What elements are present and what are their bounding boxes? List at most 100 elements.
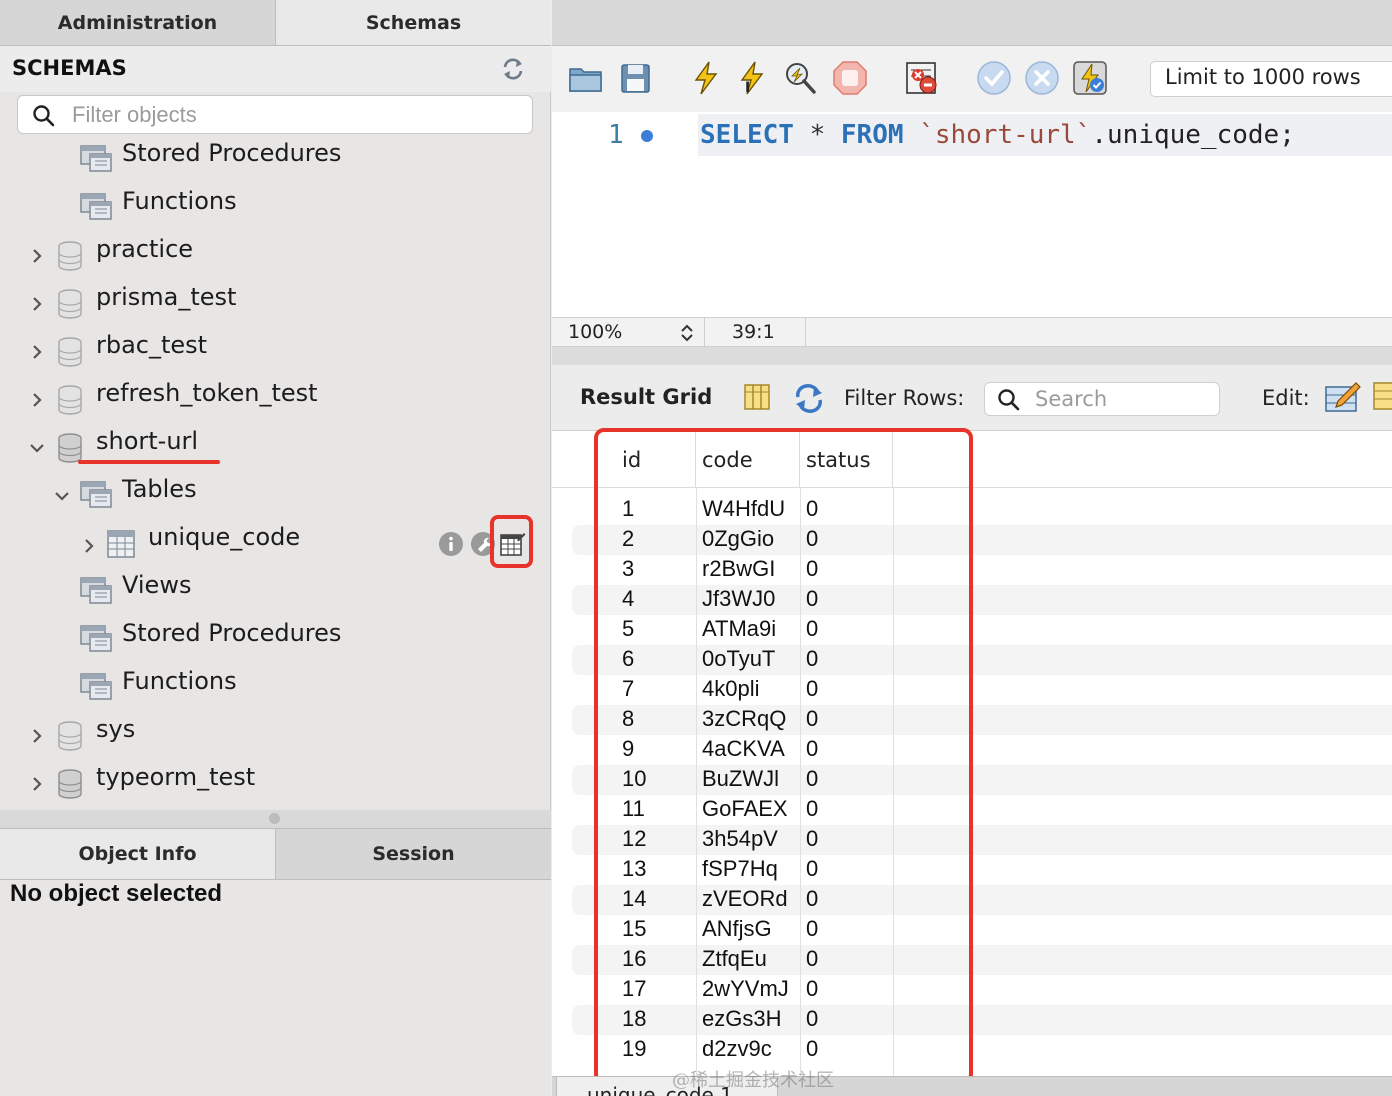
database-icon: [58, 289, 82, 319]
grid-columns-icon[interactable]: [743, 383, 771, 411]
chevron-down-icon[interactable]: [28, 439, 46, 457]
commit-icon[interactable]: [976, 60, 1012, 96]
result-highlight-box: [594, 428, 973, 1084]
tree-item-schema-sys[interactable]: sys: [0, 711, 551, 755]
tree-item-schema-practice[interactable]: practice: [0, 231, 551, 275]
execute-icon[interactable]: [688, 60, 724, 96]
splitter-handle[interactable]: [269, 813, 280, 824]
folder-icon: [80, 145, 112, 172]
filter-rows-input[interactable]: [1035, 385, 1215, 413]
rollback-icon[interactable]: [1024, 60, 1060, 96]
save-icon[interactable]: [618, 60, 654, 96]
folder-icon: [80, 625, 112, 652]
refresh-icon[interactable]: [498, 54, 528, 84]
tree-item-label: Stored Procedures: [122, 139, 342, 167]
tree-item-tables[interactable]: Tables: [0, 471, 551, 515]
chevron-right-icon[interactable]: [28, 295, 46, 313]
tree-item-label: Functions: [122, 187, 237, 215]
sql-editor[interactable]: 1 SELECT * FROM `short-url`.unique_code;: [552, 112, 1392, 317]
highlight-underline: [78, 460, 220, 464]
folder-icon: [80, 673, 112, 700]
edit-row-icon[interactable]: [1324, 379, 1362, 413]
status-divider: [805, 318, 806, 348]
navigator-tabs: Administration Schemas: [0, 0, 551, 46]
tree-item-label: typeorm_test: [96, 763, 256, 791]
tree-item-label: refresh_token_test: [96, 379, 318, 407]
tree-item-table-unique-code[interactable]: unique_code: [0, 519, 551, 563]
search-icon: [998, 389, 1020, 411]
query-editor-area: I Limit to 1000 rows 1 SELECT * FROM `sh…: [552, 0, 1392, 1096]
panel-splitter[interactable]: [0, 810, 551, 828]
database-icon: [58, 337, 82, 367]
chevron-right-icon[interactable]: [28, 727, 46, 745]
chevron-right-icon[interactable]: [28, 775, 46, 793]
tab-administration[interactable]: Administration: [0, 0, 275, 45]
tree-item-label: practice: [96, 235, 194, 263]
navigator-panel: Administration Schemas SCHEMAS Stored Pr…: [0, 0, 551, 1096]
chevron-right-icon[interactable]: [28, 343, 46, 361]
pane-divider[interactable]: [552, 347, 1392, 365]
no-object-message: No object selected: [10, 880, 223, 907]
statement-marker: [641, 130, 653, 142]
database-icon: [58, 721, 82, 751]
result-grid-title: Result Grid: [580, 385, 713, 409]
tab-object-info[interactable]: Object Info: [0, 829, 275, 879]
execute-current-icon[interactable]: I: [734, 60, 770, 96]
watermark: @稀土掘金技术社区: [672, 1070, 834, 1091]
open-folder-icon[interactable]: [568, 60, 604, 96]
result-toolbar: Result Grid Filter Rows: Edit:: [552, 365, 1392, 431]
edit-label: Edit:: [1262, 386, 1310, 410]
tree-item-label: unique_code: [148, 523, 301, 551]
tree-item-label: Tables: [122, 475, 197, 503]
sql-keyword: FROM: [840, 120, 904, 150]
zoom-stepper-icon[interactable]: [678, 321, 696, 345]
tree-item-functions[interactable]: Functions: [0, 183, 551, 227]
tree-item-label: prisma_test: [96, 283, 237, 311]
filter-objects-input[interactable]: [72, 99, 522, 131]
folder-icon: [80, 193, 112, 220]
info-tabs: Object Info Session: [0, 828, 551, 880]
tree-item-schema-refresh-token-test[interactable]: refresh_token_test: [0, 375, 551, 419]
autocommit-icon[interactable]: [1072, 60, 1108, 96]
tree-item-stored-procedures[interactable]: Stored Procedures: [0, 135, 551, 179]
filter-rows-search-box: [984, 382, 1220, 416]
insert-row-icon[interactable]: [1372, 381, 1392, 411]
code-line[interactable]: SELECT * FROM `short-url`.unique_code;: [698, 114, 1392, 156]
tree-item-schema-prisma-test[interactable]: prisma_test: [0, 279, 551, 323]
tree-item-views[interactable]: Views: [0, 567, 551, 611]
toggle-error-icon[interactable]: [904, 60, 940, 96]
chevron-right-icon[interactable]: [28, 247, 46, 265]
cursor-position: 39:1: [732, 321, 775, 343]
schema-tree: Stored Procedures Functions practice pri…: [0, 135, 551, 810]
tree-item-schema-rbac-test[interactable]: rbac_test: [0, 327, 551, 371]
tree-item-label: sys: [96, 715, 136, 743]
object-info-panel: No object selected: [0, 880, 551, 1096]
stop-icon[interactable]: [832, 60, 868, 96]
explain-icon[interactable]: [782, 60, 818, 96]
chevron-down-icon[interactable]: [53, 487, 71, 505]
info-icon[interactable]: [438, 531, 464, 557]
tab-session[interactable]: Session: [275, 829, 551, 879]
chevron-right-icon[interactable]: [28, 391, 46, 409]
tree-item-label: Views: [122, 571, 192, 599]
limit-rows-select[interactable]: Limit to 1000 rows: [1150, 61, 1392, 97]
filter-objects-box: [17, 95, 533, 134]
tree-item-label: rbac_test: [96, 331, 208, 359]
table-grid-icon: [500, 533, 526, 556]
sql-text: .unique_code;: [1091, 120, 1295, 150]
table-data-button[interactable]: [490, 515, 533, 568]
sql-space: [904, 120, 920, 150]
folder-icon: [80, 481, 112, 508]
database-icon: [58, 769, 82, 799]
chevron-right-icon[interactable]: [80, 537, 98, 555]
svg-text:I: I: [745, 80, 750, 96]
database-icon: [58, 241, 82, 271]
refresh-icon[interactable]: [792, 383, 826, 413]
tree-item-schema-typeorm-test[interactable]: typeorm_test: [0, 759, 551, 803]
line-number: 1: [608, 120, 624, 150]
filter-rows-label: Filter Rows:: [844, 386, 965, 410]
zoom-level[interactable]: 100%: [568, 321, 622, 343]
tree-item-functions[interactable]: Functions: [0, 663, 551, 707]
tab-schemas[interactable]: Schemas: [275, 0, 551, 45]
tree-item-stored-procedures[interactable]: Stored Procedures: [0, 615, 551, 659]
